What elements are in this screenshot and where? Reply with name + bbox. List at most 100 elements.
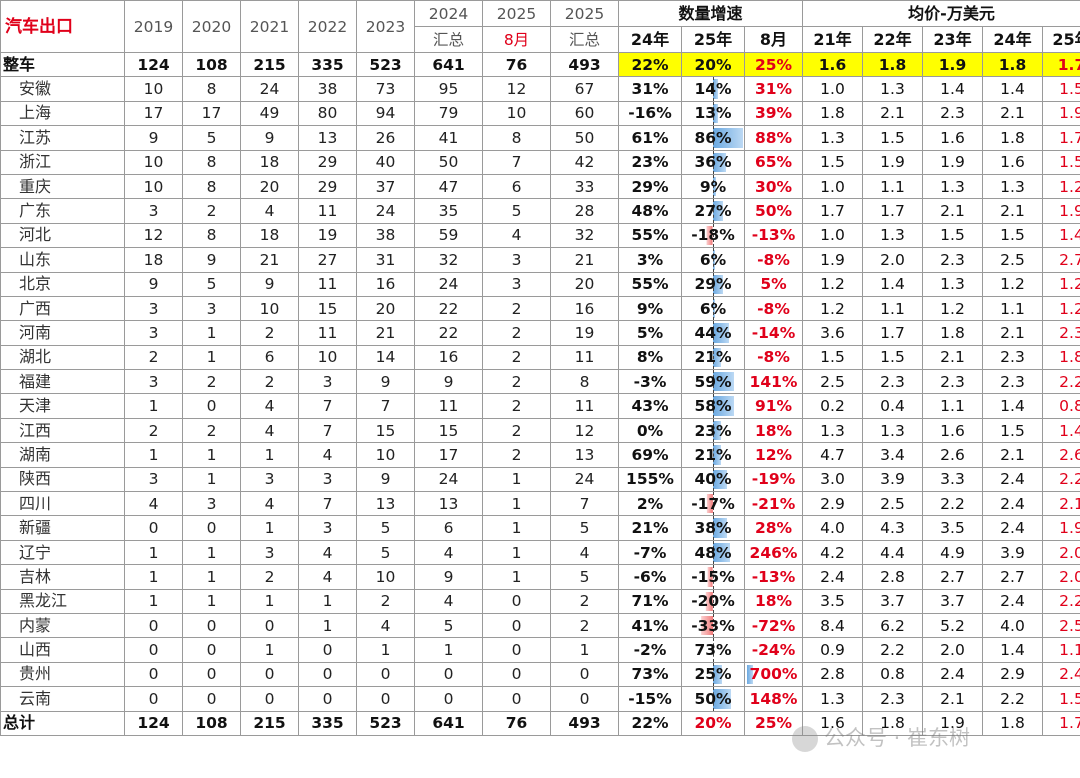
avg-price: 2.1 — [862, 100, 923, 127]
province-name: 天津 — [0, 393, 125, 419]
export-value: 7 — [298, 491, 357, 517]
growth-24: -6% — [618, 564, 682, 590]
export-value: 4 — [298, 442, 357, 468]
export-value: 2 — [550, 588, 619, 614]
export-value: 4 — [240, 393, 299, 419]
export-value: 0 — [240, 612, 299, 639]
growth-aug: 18% — [744, 588, 803, 614]
avg-price: 4.7 — [802, 442, 863, 468]
growth-aug: -8% — [744, 344, 803, 371]
growth-25-text: 21% — [694, 348, 732, 367]
export-value: 1 — [124, 588, 183, 614]
avg-price: 1.0 — [802, 222, 863, 249]
avg-price: 0.9 — [802, 637, 863, 663]
export-value: 2 — [240, 369, 299, 395]
growth-24: 43% — [618, 393, 682, 419]
growth-aug: 30% — [744, 173, 803, 200]
province-name: 黑龙江 — [0, 588, 125, 614]
export-value: 0 — [124, 612, 183, 639]
export-value: 18 — [124, 247, 183, 273]
growth-25: 40% — [681, 466, 745, 493]
table-row: 整车 124 108 215 335 523 641 76 493 22% 20% 25% 1.6 1.8… — [0, 51, 1080, 78]
province-name: 云南 — [0, 686, 125, 712]
avg-price: 0.2 — [802, 393, 863, 419]
export-value: 3 — [482, 247, 551, 273]
avg-price: 3.5 — [922, 515, 983, 541]
export-value: 10 — [124, 149, 183, 175]
avg-price: 1.8 — [982, 710, 1043, 736]
export-value: 9 — [356, 466, 415, 493]
export-value: 493 — [550, 710, 619, 736]
export-value: 16 — [414, 344, 483, 371]
export-value: 11 — [298, 198, 357, 224]
export-value: 1 — [182, 564, 241, 590]
growth-25: 44% — [681, 320, 745, 346]
export-value: 10 — [298, 344, 357, 371]
growth-aug: -13% — [744, 222, 803, 249]
export-value: 9 — [414, 564, 483, 590]
avg-price: 4.0 — [802, 515, 863, 541]
province-name: 新疆 — [0, 515, 125, 541]
growth-aug-text: 18% — [754, 592, 793, 611]
avg-price: 2.1 — [922, 198, 983, 224]
province-name: 总计 — [0, 710, 125, 736]
export-value: 0 — [240, 661, 299, 688]
growth-24: 22% — [618, 710, 682, 736]
export-value: 4 — [414, 588, 483, 614]
growth-aug-text: -21% — [751, 494, 796, 513]
price-col-24: 24年 — [982, 26, 1043, 53]
avg-price: 2.3 — [922, 100, 983, 127]
growth-25-text: 9% — [699, 177, 727, 196]
export-value: 1 — [240, 515, 299, 541]
avg-price: 1.1 — [982, 295, 1043, 322]
export-value: 12 — [550, 417, 619, 444]
avg-price: 0.8 — [862, 661, 923, 688]
export-value: 335 — [298, 51, 357, 78]
export-value: 49 — [240, 100, 299, 127]
export-value: 3 — [240, 539, 299, 566]
growth-25: 50% — [681, 686, 745, 712]
growth-aug-text: 18% — [754, 421, 793, 440]
avg-price: 1.8 — [982, 51, 1043, 78]
table-row: 湖北2161014162118%21%-8%1.51.52.12.31.8 — [0, 344, 1080, 371]
avg-price: 4.0 — [982, 612, 1043, 639]
growth-24: -7% — [618, 539, 682, 566]
avg-price: 2.5 — [802, 369, 863, 395]
province-name: 四川 — [0, 491, 125, 517]
avg-price: 2.3 — [862, 686, 923, 712]
export-value: 0 — [240, 686, 299, 712]
export-value: 24 — [414, 466, 483, 493]
growth-25-text: 38% — [694, 519, 732, 538]
avg-price: 1.1 — [1042, 637, 1080, 663]
export-value: 0 — [124, 686, 183, 712]
export-value: 4 — [414, 539, 483, 566]
growth-25-text: 21% — [694, 445, 732, 464]
export-value: 2 — [124, 344, 183, 371]
avg-price: 2.5 — [982, 247, 1043, 273]
growth-aug-text: 65% — [754, 153, 793, 172]
growth-25-text: 58% — [694, 397, 732, 416]
export-value: 9 — [124, 125, 183, 151]
export-value: 0 — [550, 686, 619, 712]
table-row: 安徽 10 8 24 38 73 95 12 67 31% 14% 31% 1.0 1.3 1.4 1.4 1.… — [0, 76, 1080, 102]
export-value: 5 — [482, 198, 551, 224]
table-row: 吉林112410915-6%-15%-13%2.42.82.72.72.0 — [0, 564, 1080, 590]
export-value: 3 — [124, 295, 183, 322]
growth-aug-text: 5% — [760, 275, 787, 294]
province-name: 上海 — [0, 100, 125, 127]
export-value: 1 — [182, 466, 241, 493]
avg-price: 4.3 — [862, 515, 923, 541]
avg-price: 2.3 — [922, 369, 983, 395]
avg-price: 3.9 — [862, 466, 923, 493]
avg-price: 1.2 — [1042, 271, 1080, 297]
growth-24: 31% — [618, 76, 682, 102]
export-value: 335 — [298, 710, 357, 736]
growth-aug-text: 31% — [754, 80, 793, 99]
export-value: 0 — [298, 686, 357, 712]
export-value: 1 — [240, 588, 299, 614]
avg-price: 1.4 — [862, 271, 923, 297]
export-value: 1 — [124, 393, 183, 419]
province-name: 辽宁 — [0, 539, 125, 566]
export-value: 5 — [550, 515, 619, 541]
growth-aug-text: 25% — [754, 55, 793, 74]
